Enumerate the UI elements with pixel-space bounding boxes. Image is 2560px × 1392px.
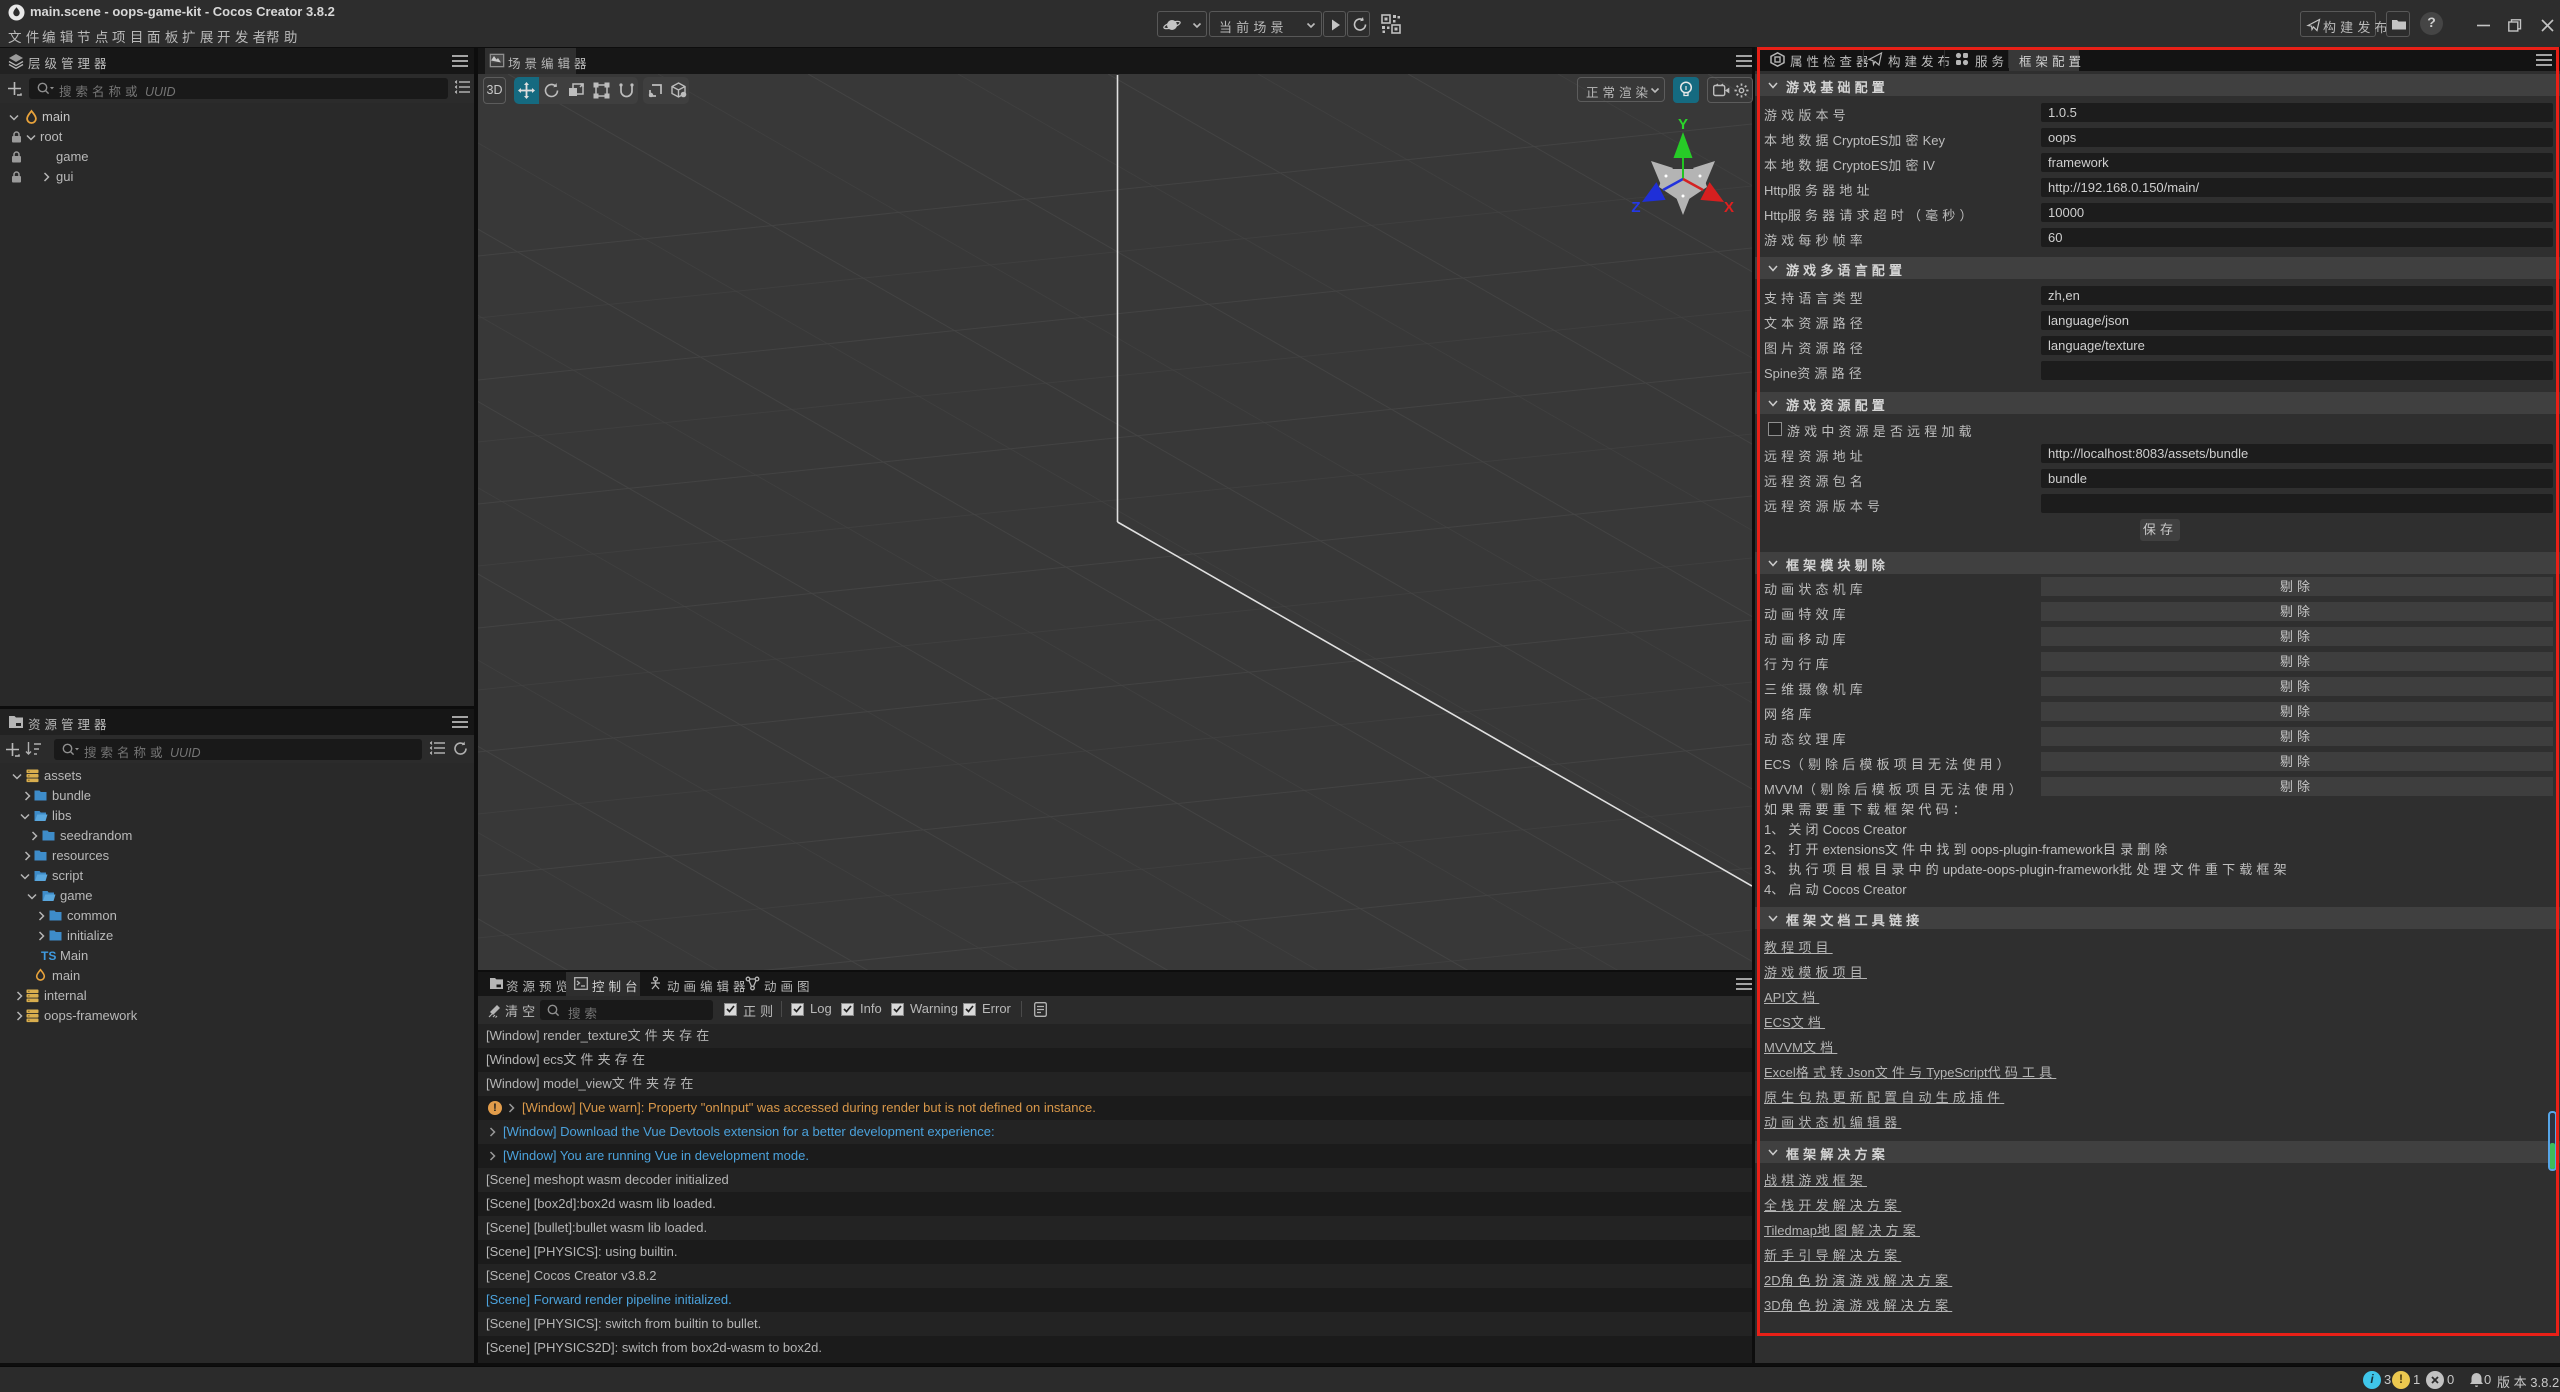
svg-text:X: X [1724,199,1734,216]
svg-text:Z: Z [1631,199,1640,216]
svg-text:Y: Y [1678,116,1688,133]
